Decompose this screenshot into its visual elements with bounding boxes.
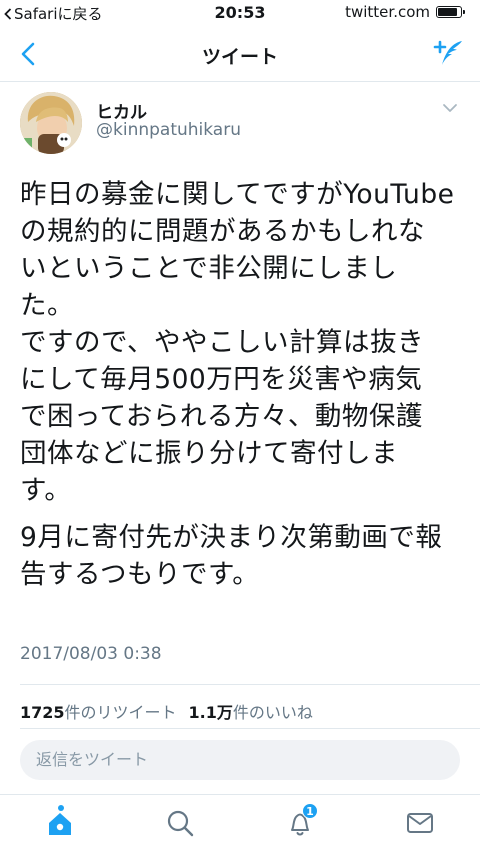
tweet-paragraph: ですので、ややこしい計算は抜き にして毎月500万円を災害や病気 で困っておられ… — [20, 324, 468, 509]
tweet-paragraph: 昨日の募金に関してですがYouTube の規約的に問題があるかもしれな いという… — [20, 176, 468, 324]
compose-tweet-icon — [433, 40, 462, 65]
retweet-count: 1725 — [20, 703, 65, 722]
status-url: twitter.com — [345, 3, 430, 21]
page-title: ツイート — [201, 46, 278, 68]
tweet-options-button[interactable] — [438, 98, 462, 118]
tweet-text: 昨日の募金に関してですがYouTube の規約的に問題があるかもしれな いという… — [20, 176, 468, 593]
like-label: 件のいいね — [232, 703, 313, 722]
nav-bar: ツイート — [0, 26, 480, 82]
home-icon — [49, 813, 71, 835]
tweet-paragraph: 9月に寄付先が決まり次第動画で報 告するつもりです。 — [20, 519, 468, 593]
search-icon — [167, 810, 194, 837]
tweet-line: 昨日の募金に関してですがYouTube — [20, 179, 455, 210]
tweet-line: いということで非公開にしまし — [20, 253, 398, 284]
tab-bar: 1 — [0, 794, 480, 854]
status-bar: Safariに戻る 20:53 twitter.com — [0, 0, 480, 26]
retweet-label: 件のリツイート — [64, 703, 177, 722]
battery-icon — [436, 6, 465, 18]
tweet-line: にして毎月500万円を災害や病気 — [20, 364, 423, 395]
tab-notifications[interactable]: 1 — [280, 803, 320, 843]
reply-input[interactable]: 返信をツイート — [20, 740, 460, 780]
author-handle[interactable]: @kinnpatuhikaru — [96, 120, 241, 140]
tweet-line: 9月に寄付先が決まり次第動画で報 — [20, 522, 443, 553]
compose-tweet-button[interactable] — [428, 36, 468, 72]
tweet-timestamp: 2017/08/03 0:38 — [20, 644, 162, 664]
envelope-icon — [407, 813, 433, 833]
chevron-down-icon — [443, 104, 457, 112]
new-content-dot — [58, 805, 64, 811]
tweet-stats: 1725件のリツイート 1.1万件のいいね — [20, 699, 313, 723]
like-count: 1.1万 — [188, 703, 233, 722]
tweet-line: 団体などに振り分けて寄付しま — [20, 438, 398, 469]
likes-stat[interactable]: 1.1万件のいいね — [189, 703, 313, 722]
notification-badge: 1 — [302, 803, 318, 819]
retweets-stat[interactable]: 1725件のリツイート — [20, 703, 177, 722]
tweet-line: の規約的に問題があるかもしれな — [20, 216, 425, 247]
avatar[interactable] — [20, 92, 82, 154]
tweet-line: す。 — [20, 475, 72, 506]
divider — [20, 728, 480, 729]
divider — [20, 684, 480, 685]
tab-messages[interactable] — [400, 803, 440, 843]
tweet-line: 告するつもりです。 — [20, 559, 260, 590]
tweet-line: ですので、ややこしい計算は抜き — [20, 327, 424, 358]
status-right: twitter.com — [345, 3, 465, 21]
avatar-photo-icon — [20, 92, 82, 154]
tab-home[interactable] — [40, 803, 80, 843]
tweet-line: た。 — [20, 290, 74, 321]
tweet-line: で困っておられる方々、動物保護 — [20, 401, 423, 432]
tab-search[interactable] — [160, 803, 200, 843]
